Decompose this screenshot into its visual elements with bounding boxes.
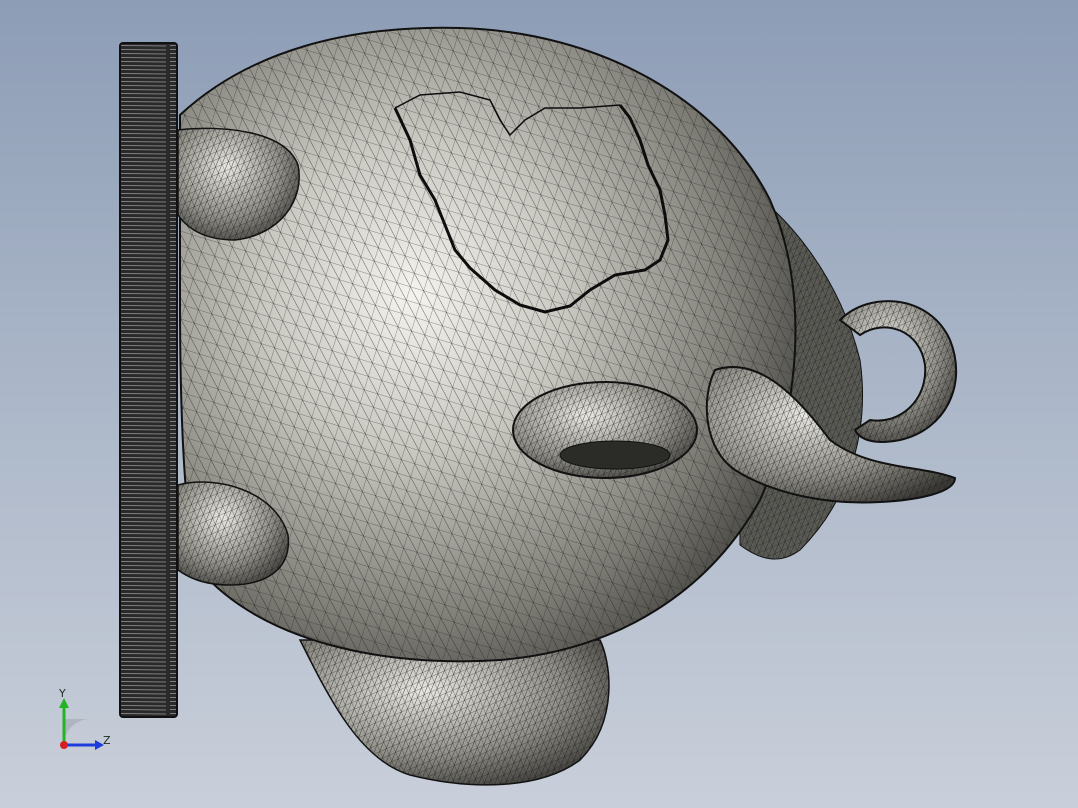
triad-x-axis	[60, 741, 68, 749]
triad-z-label: Z	[103, 734, 111, 747]
graphics-viewport[interactable]: Y Z	[0, 0, 1078, 808]
snout-ring[interactable]	[512, 381, 698, 479]
coordinate-triad: Y Z	[58, 687, 111, 750]
base-plate[interactable]	[119, 42, 178, 718]
triad-y-label: Y	[58, 687, 66, 700]
